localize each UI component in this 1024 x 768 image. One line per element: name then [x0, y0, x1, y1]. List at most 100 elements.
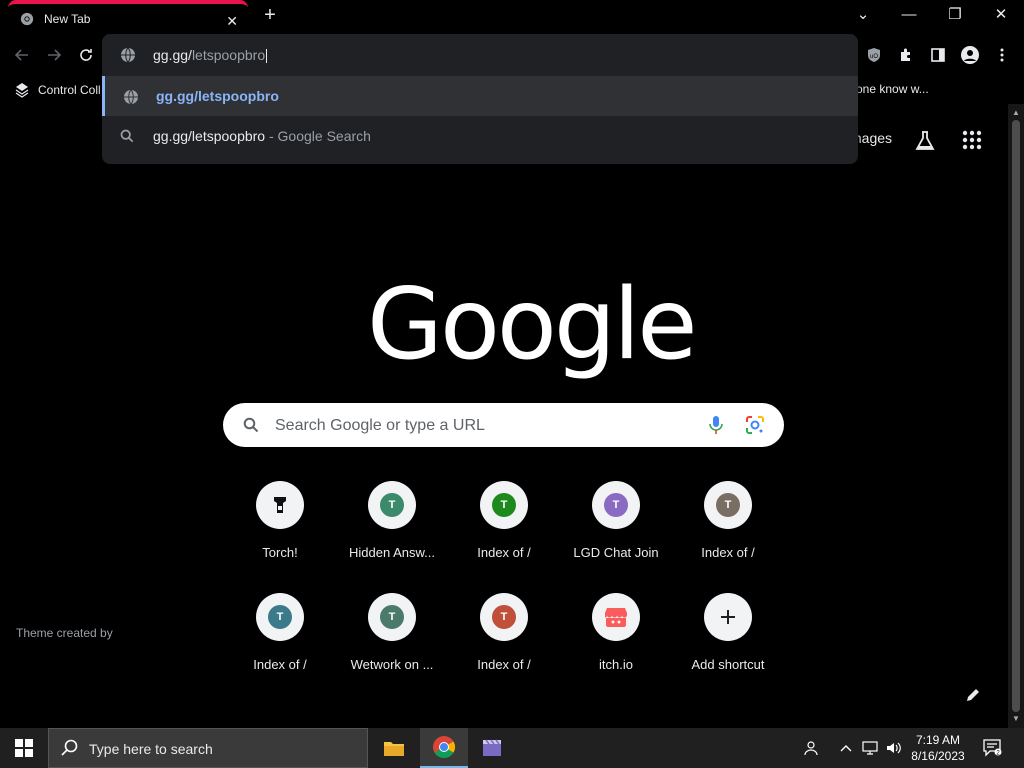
omnibox-typed-text: gg.gg/: [153, 47, 192, 63]
ntp-search-box[interactable]: Search Google or type a URL: [223, 403, 784, 447]
scroll-down-arrow-icon[interactable]: ▼: [1012, 714, 1020, 723]
bookmark-one-know[interactable]: one know w...: [856, 82, 929, 96]
shortcut-tile: T: [256, 593, 304, 641]
shortcut-hidden-answ[interactable]: T Hidden Answ...: [336, 481, 448, 581]
chrome-taskbar-button[interactable]: [420, 728, 468, 768]
file-explorer-taskbar-button[interactable]: [370, 728, 418, 768]
shortcut-label: Index of /: [477, 657, 531, 672]
shortcut-label: Wetwork on ...: [350, 657, 434, 672]
page-scrollbar[interactable]: ▲ ▼: [1008, 104, 1024, 728]
close-window-button[interactable]: ✕: [978, 4, 1024, 28]
voice-search-mic-icon[interactable]: [709, 415, 723, 435]
suggestion-description: - Google Search: [265, 128, 371, 144]
new-tab-button[interactable]: +: [260, 4, 280, 27]
windows-taskbar: Type here to search 7:19 AM 8/16/2023 2: [0, 728, 1024, 768]
shortcut-itch-io[interactable]: itch.io: [560, 593, 672, 693]
scroll-thumb[interactable]: [1012, 120, 1020, 712]
apps-grid-icon[interactable]: [962, 130, 982, 150]
suggestion-url-text: gg.gg/letspoopbro: [156, 88, 279, 104]
chrome-icon: [433, 736, 455, 758]
tab-title: New Tab: [44, 12, 91, 26]
notifications-icon[interactable]: 2: [982, 737, 1002, 757]
tab-search-icon[interactable]: ⌄: [840, 4, 886, 28]
shortcut-wetwork[interactable]: T Wetwork on ...: [336, 593, 448, 693]
extensions-puzzle-icon[interactable]: [894, 43, 918, 67]
profile-avatar-icon[interactable]: [958, 43, 982, 67]
add-shortcut-button[interactable]: Add shortcut: [672, 593, 784, 693]
clock-time: 7:19 AM: [915, 733, 961, 747]
suggestion-query: gg.gg/letspoopbro: [153, 128, 266, 144]
network-icon[interactable]: [860, 738, 880, 758]
shortcut-letter-avatar: T: [492, 605, 516, 629]
google-lens-icon[interactable]: [745, 415, 765, 435]
volume-icon[interactable]: [884, 738, 904, 758]
shortcut-tile: T: [704, 481, 752, 529]
video-editor-taskbar-button[interactable]: [468, 728, 516, 768]
omnibox-autocomplete-text: letspoopbro: [191, 47, 266, 63]
shortcut-tile: T: [592, 481, 640, 529]
people-icon[interactable]: [802, 738, 822, 758]
theme-credit: Theme created by: [16, 626, 113, 640]
omnibox-suggestion-search[interactable]: gg.gg/letspoopbro - Google Search: [102, 116, 858, 156]
shortcut-index-of-4[interactable]: T Index of /: [448, 593, 560, 693]
shortcut-label: LGD Chat Join: [573, 545, 659, 560]
side-panel-icon[interactable]: [926, 43, 950, 67]
bookmark-control-coll[interactable]: Control Coll: [14, 82, 101, 98]
restore-button[interactable]: ❐: [932, 4, 978, 28]
omnibox-dropdown: gg.gg/letspoopbro gg.gg/letspoopbro gg.g…: [102, 34, 858, 164]
shortcut-index-of-2[interactable]: T Index of /: [672, 481, 784, 581]
shortcut-label: Add shortcut: [691, 657, 765, 672]
taskbar-search-placeholder: Type here to search: [89, 741, 213, 757]
ublock-extension-icon[interactable]: uO: [862, 43, 886, 67]
forward-arrow-icon: [48, 49, 62, 61]
shortcut-letter-avatar: T: [716, 493, 740, 517]
shortcut-torch[interactable]: Torch!: [224, 481, 336, 581]
shortcut-tile: [704, 593, 752, 641]
pencil-icon: [967, 689, 979, 701]
shortcut-label: itch.io: [599, 657, 633, 672]
shortcut-index-of-3[interactable]: T Index of /: [224, 593, 336, 693]
kebab-menu-icon[interactable]: [990, 43, 1014, 67]
omnibox-input-row[interactable]: gg.gg/letspoopbro: [102, 34, 858, 76]
start-button[interactable]: [0, 728, 48, 768]
shortcut-tile: [256, 481, 304, 529]
plus-icon: [721, 610, 735, 624]
shortcut-label: Index of /: [253, 657, 307, 672]
shortcut-letter-avatar: T: [492, 493, 516, 517]
shortcut-tile: T: [480, 481, 528, 529]
title-bar: New Tab ✕ + ⌄ — ❐ ✕: [0, 0, 1024, 34]
windows-logo-icon: [15, 739, 33, 757]
text-caret: [266, 49, 268, 64]
search-icon: [243, 417, 259, 433]
chrome-favicon-icon: [20, 12, 34, 26]
back-arrow-icon: [14, 49, 28, 61]
shortcut-letter-avatar: T: [380, 493, 404, 517]
customize-chrome-button[interactable]: [964, 686, 986, 708]
itch-io-icon: [605, 608, 627, 627]
shortcut-tile: T: [368, 593, 416, 641]
shortcut-index-of-1[interactable]: T Index of /: [448, 481, 560, 581]
scroll-up-arrow-icon[interactable]: ▲: [1012, 108, 1020, 117]
taskbar-clock[interactable]: 7:19 AM 8/16/2023: [908, 732, 968, 764]
shortcut-letter-avatar: T: [604, 493, 628, 517]
tab-new-tab[interactable]: New Tab ✕: [8, 0, 248, 34]
shortcut-label: Index of /: [701, 545, 755, 560]
reload-icon: [80, 49, 92, 61]
shortcut-letter-avatar: T: [268, 605, 292, 629]
back-button[interactable]: [10, 43, 34, 67]
omnibox-input[interactable]: gg.gg/letspoopbro: [153, 47, 268, 64]
tab-close-icon[interactable]: ✕: [226, 13, 238, 30]
forward-button[interactable]: [42, 43, 66, 67]
minimize-button[interactable]: —: [886, 4, 932, 28]
reload-button[interactable]: [74, 43, 98, 67]
folder-icon: [384, 742, 404, 756]
labs-flask-icon[interactable]: [914, 130, 936, 152]
taskbar-search-box[interactable]: Type here to search: [48, 728, 368, 768]
bookmark-favicon-icon: [15, 83, 29, 98]
shortcut-tile: [592, 593, 640, 641]
show-hidden-icons-chevron-icon[interactable]: [836, 738, 856, 758]
shortcut-tile: T: [368, 481, 416, 529]
shortcut-tile: T: [480, 593, 528, 641]
omnibox-suggestion-url[interactable]: gg.gg/letspoopbro: [102, 76, 858, 116]
shortcut-lgd-chat-join[interactable]: T LGD Chat Join: [560, 481, 672, 581]
